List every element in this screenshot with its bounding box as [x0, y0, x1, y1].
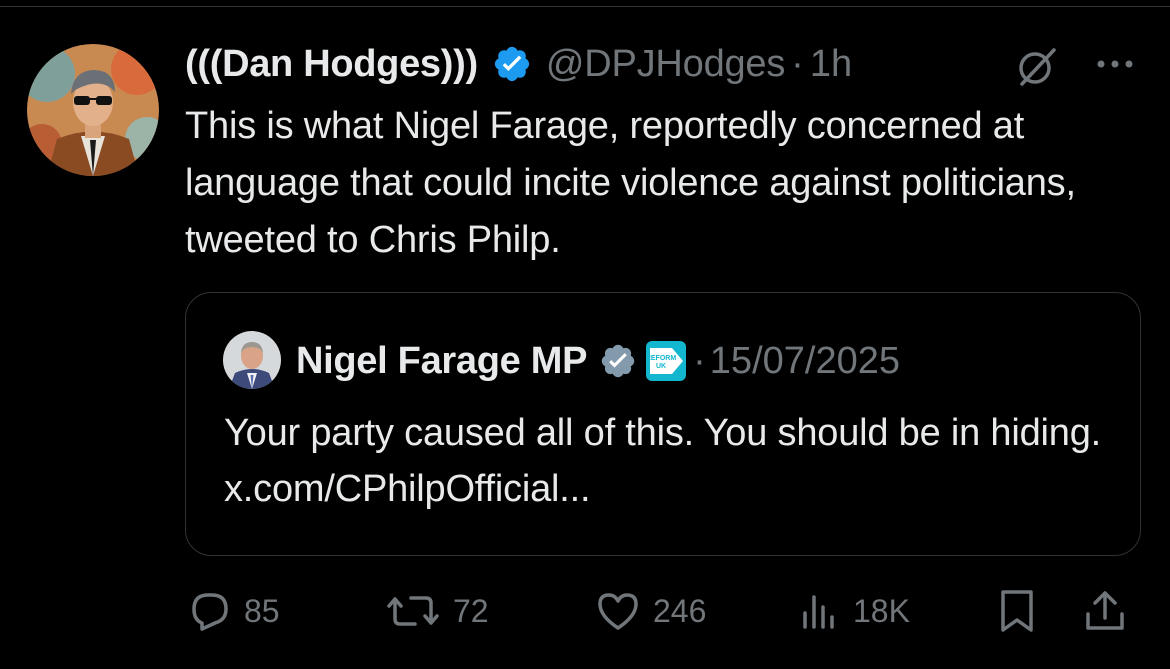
tweet-text: This is what Nigel Farage, reportedly co…: [185, 105, 1076, 261]
quoted-date[interactable]: 15/07/2025: [710, 340, 900, 383]
tweet-timestamp[interactable]: 1h: [810, 43, 852, 86]
like-button[interactable]: 246: [595, 586, 706, 636]
repost-icon: [385, 589, 441, 633]
quoted-separator: ·: [693, 339, 706, 382]
header-separator: ·: [791, 42, 804, 85]
government-verified-badge-icon: [599, 342, 637, 380]
views-count: 18K: [853, 592, 910, 629]
quoted-header: Nigel Farage MP REFORM UK · 15/07/2025: [296, 331, 900, 391]
reply-icon: [188, 589, 232, 633]
more-options-icon[interactable]: [1093, 52, 1137, 76]
quoted-display-name[interactable]: Nigel Farage MP: [296, 340, 587, 383]
reform-uk-affiliation-icon[interactable]: REFORM UK: [645, 340, 687, 382]
author-display-name[interactable]: (((Dan Hodges))): [185, 43, 478, 86]
tweet-header: (((Dan Hodges))) @DPJHodges · 1h: [185, 38, 852, 90]
verified-badge-icon[interactable]: [492, 44, 532, 84]
share-icon: [1083, 588, 1127, 634]
views-button[interactable]: 18K: [797, 586, 910, 636]
bookmark-button[interactable]: [997, 586, 1037, 636]
quoted-tweet-card[interactable]: Nigel Farage MP REFORM UK · 15/07/2025 Y…: [185, 292, 1141, 556]
tweet-action-bar: 85 72 246 18K: [185, 586, 1135, 636]
svg-text:REFORM: REFORM: [646, 355, 677, 362]
repost-count: 72: [453, 592, 489, 629]
quoted-author-avatar[interactable]: [223, 331, 281, 389]
like-count: 246: [653, 592, 707, 629]
grok-icon[interactable]: [1014, 44, 1060, 90]
like-icon: [595, 589, 641, 633]
views-icon: [797, 589, 841, 633]
share-button[interactable]: [1083, 586, 1127, 636]
bookmark-icon: [997, 588, 1037, 634]
repost-button[interactable]: 72: [385, 586, 489, 636]
top-divider: [0, 6, 1170, 7]
reply-count: 85: [244, 592, 280, 629]
author-avatar[interactable]: [27, 44, 159, 176]
reply-button[interactable]: 85: [188, 586, 280, 636]
quoted-tweet-text: Your party caused all of this. You shoul…: [224, 412, 1102, 510]
svg-text:UK: UK: [656, 363, 666, 370]
author-handle[interactable]: @DPJHodges: [546, 43, 786, 86]
